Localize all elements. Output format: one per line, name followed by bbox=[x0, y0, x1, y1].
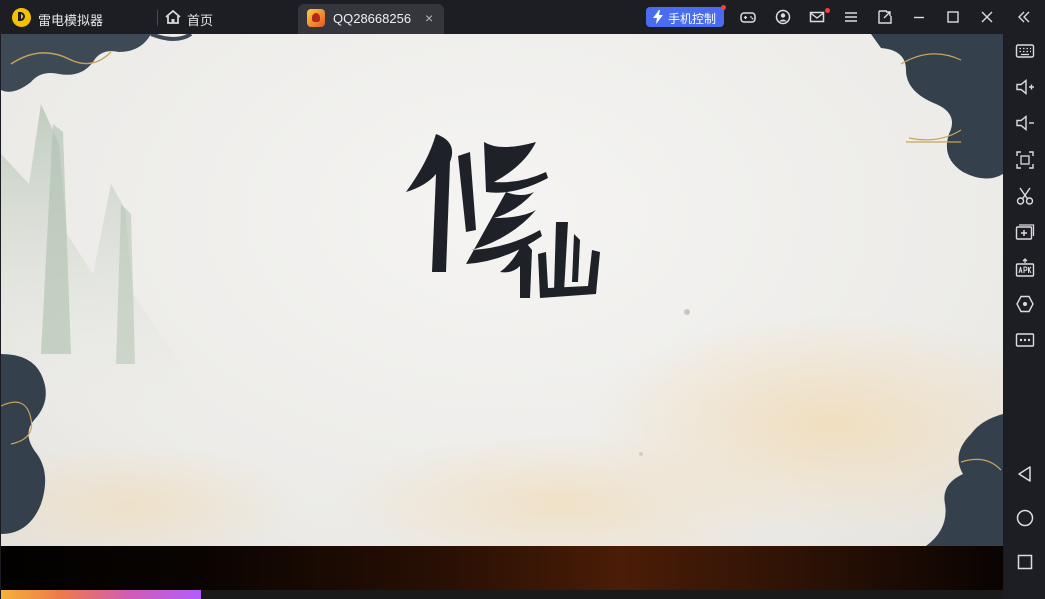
screenshot-icon[interactable] bbox=[877, 9, 893, 25]
xiuxian-calligraphy-logo bbox=[406, 134, 600, 298]
loading-progress-track bbox=[1, 590, 1003, 599]
add-window-icon[interactable] bbox=[1015, 222, 1035, 242]
collapse-sidebar-icon[interactable] bbox=[1016, 9, 1032, 25]
game-app-icon bbox=[307, 9, 325, 27]
loading-banner bbox=[1, 546, 1003, 590]
maximize-icon[interactable] bbox=[945, 9, 961, 25]
loading-progress-fill bbox=[1, 590, 202, 599]
tab-game-label: QQ28668256 bbox=[333, 11, 412, 26]
phone-control-button[interactable]: 手机控制 bbox=[646, 5, 726, 27]
more-icon[interactable] bbox=[1015, 330, 1035, 350]
mail-icon[interactable] bbox=[809, 9, 825, 25]
lightning-icon bbox=[653, 10, 663, 24]
tab-home-label: 首页 bbox=[187, 13, 214, 28]
home-icon bbox=[165, 10, 181, 24]
title-bar: 雷电模拟器 首页 QQ28668256 × 手机控制 bbox=[0, 0, 1045, 34]
volume-up-icon[interactable] bbox=[1015, 77, 1035, 97]
home-circle-icon[interactable] bbox=[1015, 508, 1035, 528]
tab-game[interactable]: QQ28668256 × bbox=[298, 4, 444, 34]
account-icon[interactable] bbox=[775, 9, 791, 25]
close-icon[interactable] bbox=[979, 9, 995, 25]
fullscreen-icon[interactable] bbox=[1015, 150, 1035, 170]
recent-apps-icon[interactable] bbox=[1015, 552, 1035, 572]
mail-notification-dot bbox=[825, 8, 830, 13]
phone-control-label: 手机控制 bbox=[668, 12, 717, 26]
ldplayer-logo-icon bbox=[12, 8, 31, 27]
minimize-icon[interactable] bbox=[911, 9, 927, 25]
keyboard-mapping-icon[interactable] bbox=[1015, 41, 1035, 61]
scissors-icon[interactable] bbox=[1015, 186, 1035, 206]
settings-hex-icon[interactable] bbox=[1015, 294, 1035, 314]
tab-divider bbox=[157, 10, 158, 26]
menu-icon[interactable] bbox=[843, 9, 859, 25]
tab-close-icon[interactable]: × bbox=[425, 10, 433, 26]
volume-down-icon[interactable] bbox=[1015, 113, 1035, 133]
emulator-sidebar bbox=[1004, 34, 1045, 599]
gamepad-icon[interactable] bbox=[740, 9, 756, 25]
game-screen[interactable] bbox=[1, 34, 1003, 546]
notification-dot bbox=[721, 5, 726, 10]
app-name: 雷电模拟器 bbox=[38, 13, 104, 28]
install-apk-icon[interactable] bbox=[1015, 258, 1035, 278]
back-icon[interactable] bbox=[1015, 464, 1035, 484]
